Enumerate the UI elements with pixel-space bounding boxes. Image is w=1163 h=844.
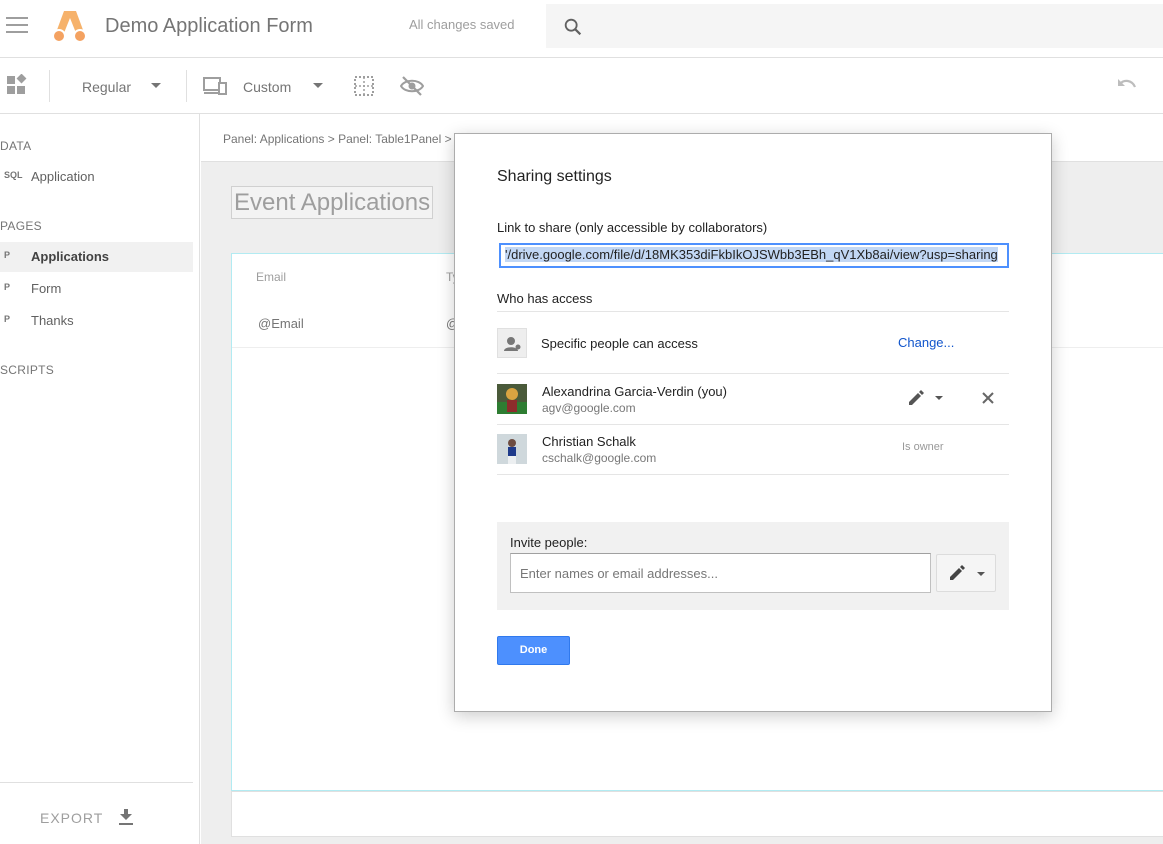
divider bbox=[497, 474, 1009, 475]
sidebar-item-thanks[interactable]: P Thanks bbox=[0, 306, 193, 336]
download-icon[interactable] bbox=[116, 807, 136, 827]
page-badge: P bbox=[4, 250, 11, 260]
section-heading-scripts: SCRIPTS bbox=[0, 363, 55, 377]
divider bbox=[497, 424, 1009, 425]
breadcrumb[interactable]: Panel: Applications > Panel: Table1Panel… bbox=[223, 132, 452, 146]
left-sidebar: DATA SQL Application PAGES P Application… bbox=[0, 114, 200, 844]
person-name: Christian Schalk bbox=[542, 434, 636, 449]
sidebar-item-applications[interactable]: P Applications bbox=[0, 242, 193, 272]
column-header-email: Email bbox=[256, 270, 287, 284]
done-button[interactable]: Done bbox=[497, 636, 570, 665]
sidebar-item-application[interactable]: SQL Application bbox=[0, 162, 193, 192]
save-status: All changes saved bbox=[409, 17, 515, 32]
invite-permission-button[interactable] bbox=[936, 554, 996, 592]
who-has-access-heading: Who has access bbox=[497, 291, 593, 306]
invite-people-input[interactable] bbox=[510, 553, 931, 593]
toolbar-divider bbox=[186, 70, 187, 102]
section-heading-data: DATA bbox=[0, 139, 32, 153]
divider bbox=[497, 373, 1009, 374]
link-label: Link to share (only accessible by collab… bbox=[497, 220, 768, 235]
app-maker-logo bbox=[52, 11, 87, 43]
app-title: Demo Application Form bbox=[105, 15, 313, 37]
visibility-off-icon[interactable] bbox=[400, 74, 424, 98]
widgets-icon[interactable] bbox=[5, 74, 29, 98]
font-style-select[interactable]: Regular bbox=[82, 79, 131, 95]
sidebar-item-label: Applications bbox=[31, 249, 110, 264]
device-size-select[interactable]: Custom bbox=[243, 79, 291, 95]
section-heading-pages: PAGES bbox=[0, 219, 42, 233]
editor-toolbar: Regular Custom bbox=[0, 58, 1163, 114]
chevron-down-icon[interactable] bbox=[313, 83, 323, 88]
person-email: agv@google.com bbox=[542, 401, 636, 415]
chevron-down-icon bbox=[977, 572, 985, 576]
access-level-text: Specific people can access bbox=[541, 336, 698, 351]
chevron-down-icon[interactable] bbox=[935, 396, 943, 400]
pencil-icon[interactable] bbox=[906, 388, 926, 408]
page-badge: P bbox=[4, 314, 11, 324]
panel-title-label[interactable]: Event Applications bbox=[231, 186, 434, 219]
share-link-text: '/drive.google.com/file/d/18MK353diFkbIk… bbox=[505, 247, 998, 262]
undo-icon[interactable] bbox=[1115, 74, 1139, 98]
sidebar-item-label: Form bbox=[31, 281, 62, 296]
top-app-bar: Demo Application Form All changes saved bbox=[0, 0, 1163, 58]
owner-role-label: Is owner bbox=[902, 441, 944, 453]
toolbar-divider bbox=[49, 70, 50, 102]
person-name: Alexandrina Garcia-Verdin (you) bbox=[542, 384, 727, 399]
divider bbox=[497, 311, 1009, 312]
grid-toggle-icon[interactable] bbox=[352, 74, 376, 98]
devices-icon[interactable] bbox=[203, 74, 227, 98]
people-icon bbox=[497, 328, 527, 358]
invite-people-section: Invite people: bbox=[497, 522, 1009, 610]
change-access-link[interactable]: Change... bbox=[898, 335, 954, 350]
person-email: cschalk@google.com bbox=[542, 451, 657, 465]
search-box[interactable] bbox=[546, 4, 1163, 48]
sidebar-footer: EXPORT bbox=[0, 782, 193, 844]
sql-badge: SQL bbox=[4, 170, 23, 180]
sharing-settings-dialog: Sharing settings Link to share (only acc… bbox=[454, 133, 1052, 712]
chevron-down-icon[interactable] bbox=[151, 83, 161, 88]
avatar bbox=[497, 434, 527, 464]
close-icon[interactable] bbox=[981, 391, 995, 405]
avatar bbox=[497, 384, 527, 414]
pencil-icon bbox=[950, 565, 965, 580]
export-button[interactable]: EXPORT bbox=[40, 810, 103, 826]
menu-icon[interactable] bbox=[6, 17, 28, 33]
sidebar-item-label: Thanks bbox=[31, 313, 74, 328]
pager-widget[interactable] bbox=[231, 791, 1163, 837]
share-link-field[interactable]: '/drive.google.com/file/d/18MK353diFkbIk… bbox=[499, 243, 1009, 268]
sidebar-item-form[interactable]: P Form bbox=[0, 274, 193, 304]
table-cell-email: @Email bbox=[258, 316, 304, 331]
dialog-title: Sharing settings bbox=[497, 168, 612, 185]
sidebar-item-label: Application bbox=[31, 169, 95, 184]
search-icon[interactable] bbox=[562, 16, 584, 38]
invite-label: Invite people: bbox=[510, 535, 588, 550]
page-badge: P bbox=[4, 282, 11, 292]
